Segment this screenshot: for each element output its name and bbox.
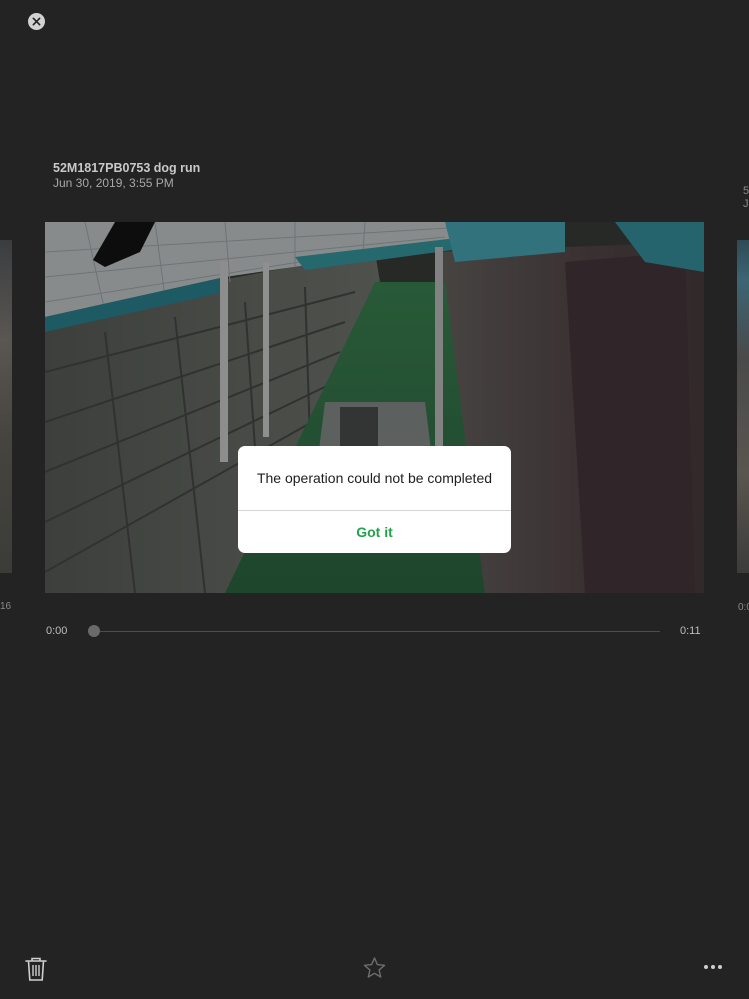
clip-viewer: 52M1817PB0753 dog run Jun 30, 2019, 3:55… [0, 0, 749, 999]
next-clip-title-text: 5 [743, 185, 749, 197]
previous-clip-thumbnail[interactable] [0, 240, 12, 573]
favorite-button[interactable] [362, 956, 387, 980]
bottom-toolbar [0, 950, 749, 990]
clip-title: 52M1817PB0753 dog run [53, 161, 201, 175]
trash-icon [25, 957, 47, 981]
delete-button[interactable] [24, 956, 48, 982]
close-button[interactable] [28, 13, 45, 30]
next-clip-date-text: Ju [743, 198, 749, 210]
next-clip-thumbnail[interactable] [737, 240, 749, 573]
scrubber-track[interactable] [92, 631, 660, 632]
clip-date: Jun 30, 2019, 3:55 PM [53, 176, 174, 190]
got-it-button[interactable]: Got it [238, 511, 511, 553]
playback-scrubber[interactable]: 0:00 0:11 [0, 620, 749, 642]
next-clip-time-peek: 0:0 [738, 602, 749, 613]
alert-message: The operation could not be completed [256, 470, 493, 486]
close-icon [32, 17, 41, 26]
total-time-label: 0:11 [680, 625, 701, 637]
more-icon [704, 965, 722, 969]
previous-clip-time-peek: 16 [0, 601, 12, 612]
star-icon [363, 957, 386, 978]
error-alert-dialog: The operation could not be completed Got… [238, 446, 511, 553]
current-time-label: 0:00 [46, 625, 68, 637]
more-button[interactable] [700, 958, 726, 976]
scrubber-thumb[interactable] [88, 625, 100, 637]
next-clip-title-peek[interactable]: 5 Ju [743, 185, 749, 211]
